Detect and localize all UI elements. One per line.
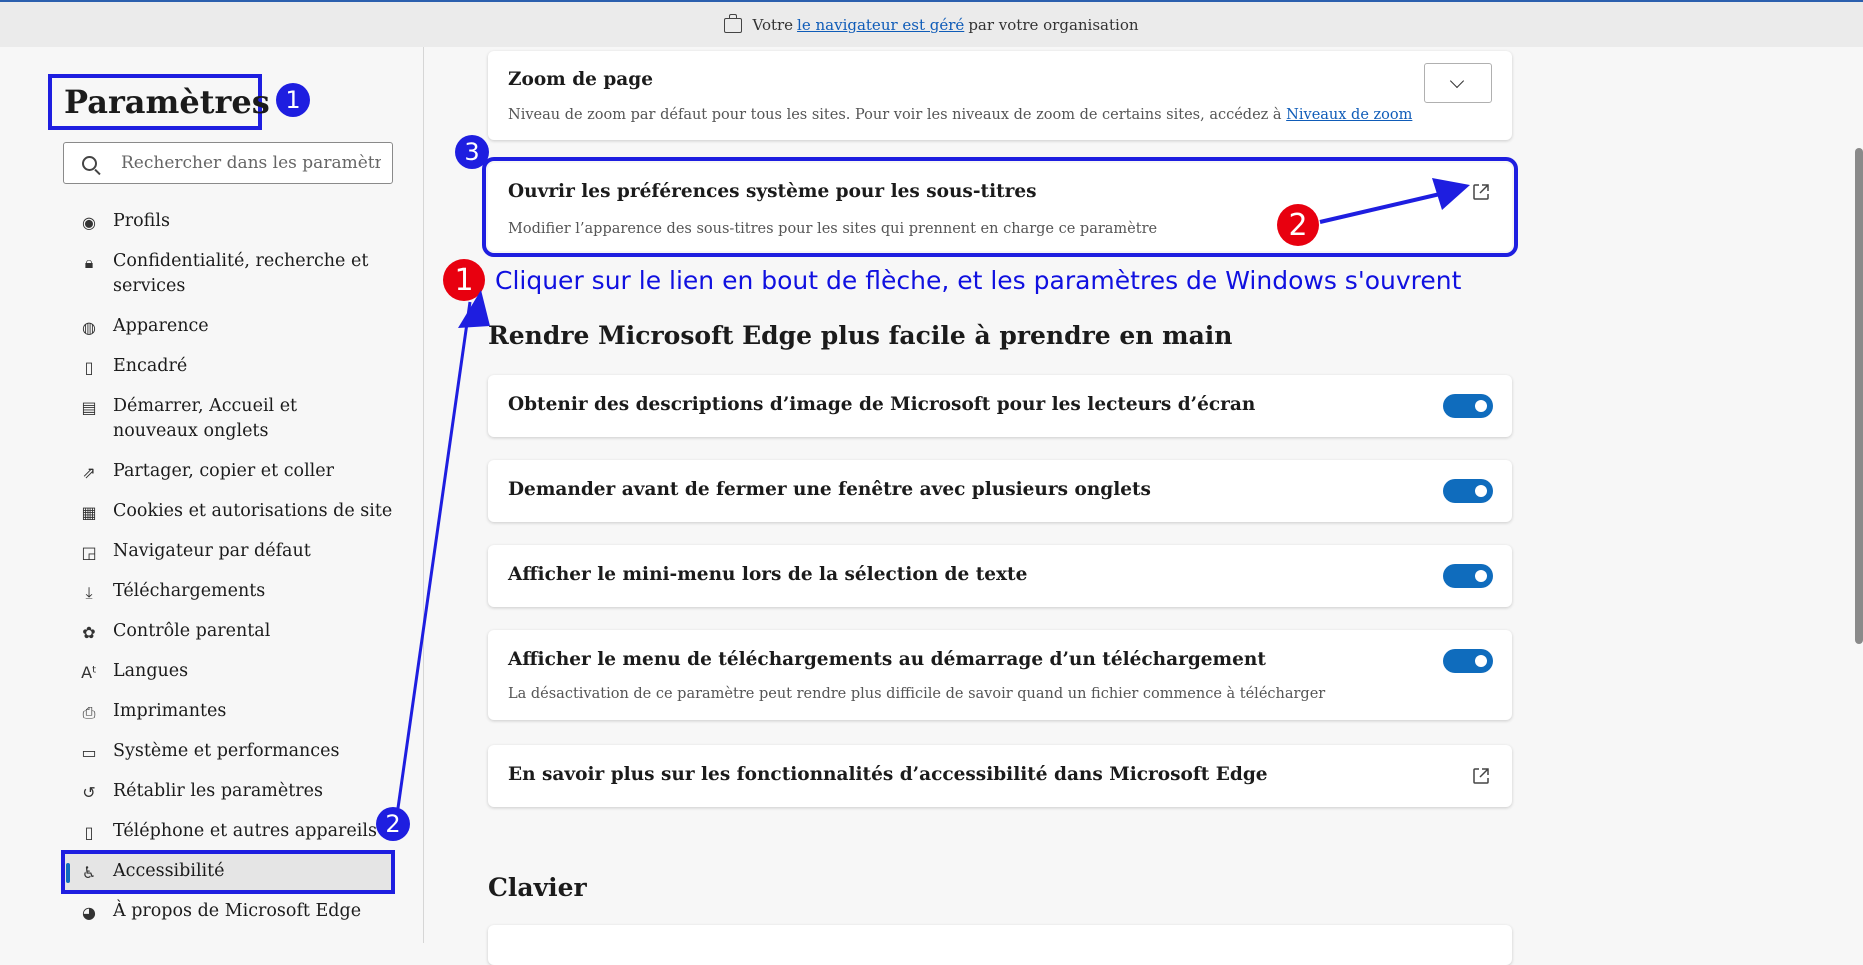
toggle-description: La désactivation de ce paramètre peut re… bbox=[508, 686, 1326, 702]
toggle-card-mini-menu: Afficher le mini-menu lors de la sélecti… bbox=[488, 545, 1512, 607]
toggle-title: Afficher le menu de téléchargements au d… bbox=[508, 649, 1266, 670]
annotation-badge-3: 3 bbox=[455, 135, 489, 169]
sidebar-item-label: Profils bbox=[113, 211, 170, 231]
sidebar-item-label: Partager, copier et coller bbox=[113, 461, 335, 481]
zoom-dropdown[interactable] bbox=[1424, 63, 1492, 103]
captions-description: Modifier l’apparence des sous-titres pou… bbox=[508, 221, 1158, 237]
sidebar-item-label: À propos de Microsoft Edge bbox=[113, 901, 362, 921]
captions-title: Ouvrir les préférences système pour les … bbox=[508, 181, 1037, 202]
managed-browser-banner: Votre le navigateur est géré par votre o… bbox=[0, 0, 1863, 47]
accessibility-icon: ♿︎ bbox=[81, 862, 97, 882]
language-icon: Aᵗ bbox=[81, 662, 97, 682]
sidebar-item-label: Encadré bbox=[113, 356, 188, 376]
sidebar-item-downloads[interactable]: ⤓ Téléchargements bbox=[63, 572, 393, 612]
sidebar-item-default-browser[interactable]: ◲ Navigateur par défaut bbox=[63, 532, 393, 572]
sidebar-item-label: Contrôle parental bbox=[113, 621, 271, 641]
sidebar-item-accessibility[interactable]: ♿︎ Accessibilité bbox=[61, 850, 395, 894]
annotation-instruction: Cliquer sur le lien en bout de flèche, e… bbox=[495, 266, 1462, 295]
sidebar-nav: ◉ Profils 🔒︎ Confidentialité, recherche … bbox=[61, 202, 395, 932]
sidebar-item-share[interactable]: ⇗ Partager, copier et coller bbox=[63, 452, 393, 492]
sidebar-item-label: Système et performances bbox=[113, 741, 340, 761]
annotation-badge-red-1: 1 bbox=[443, 259, 485, 301]
edge-logo-icon: ◕ bbox=[82, 902, 96, 922]
sidebar-item-system[interactable]: ▭ Système et performances bbox=[63, 732, 393, 772]
keyboard-card-partial bbox=[488, 925, 1512, 965]
toggle-card-close-warning: Demander avant de fermer une fenêtre ave… bbox=[488, 460, 1512, 522]
toggle-title: Afficher le mini-menu lors de la sélecti… bbox=[508, 564, 1028, 585]
printer-icon: ⎙ bbox=[82, 702, 96, 722]
settings-sidebar: Paramètres 1 ◉ Profils 🔒︎ Confidentialit… bbox=[0, 47, 424, 943]
search-icon bbox=[82, 155, 97, 171]
sidebar-item-label: Démarrer, Accueil et nouveaux onglets bbox=[113, 396, 298, 441]
sidebar-item-label: Cookies et autorisations de site bbox=[113, 501, 393, 521]
download-icon: ⤓ bbox=[85, 582, 93, 602]
external-link-icon[interactable] bbox=[1472, 767, 1490, 785]
search-input[interactable] bbox=[119, 152, 383, 174]
toggle-title: Demander avant de fermer une fenêtre ave… bbox=[508, 479, 1151, 500]
search-box[interactable] bbox=[63, 142, 393, 184]
zoom-desc-text: Niveau de zoom par défaut pour tous les … bbox=[508, 107, 1282, 123]
cookies-icon: ▦ bbox=[81, 502, 97, 522]
sidebar-item-printers[interactable]: ⎙ Imprimantes bbox=[63, 692, 393, 732]
sidebar-item-label: Téléphone et autres appareils bbox=[113, 821, 377, 841]
annotation-badge-1: 1 bbox=[276, 83, 310, 117]
sidebar-item-label: Accessibilité bbox=[113, 861, 225, 881]
close-warning-toggle[interactable] bbox=[1443, 479, 1493, 503]
sidebar-item-label: Langues bbox=[113, 661, 189, 681]
sidebar-item-privacy[interactable]: 🔒︎ Confidentialité, recherche et service… bbox=[63, 242, 393, 307]
banner-suffix: par votre organisation bbox=[968, 15, 1139, 34]
sidebar-item-sidebar[interactable]: ▯ Encadré bbox=[63, 347, 393, 387]
toggle-card-downloads-menu: Afficher le menu de téléchargements au d… bbox=[488, 630, 1512, 720]
sidebar-item-phone[interactable]: ▯ Téléphone et autres appareils bbox=[63, 812, 393, 852]
toggle-title: Obtenir des descriptions d’image de Micr… bbox=[508, 394, 1256, 415]
downloads-menu-toggle[interactable] bbox=[1443, 649, 1493, 673]
share-icon: ⇗ bbox=[82, 462, 96, 482]
sidebar-item-label: Rétablir les paramètres bbox=[113, 781, 323, 801]
settings-main: Zoom de page Niveau de zoom par défaut p… bbox=[425, 47, 1863, 965]
section-title-easy: Rendre Microsoft Edge plus facile à pren… bbox=[488, 321, 1233, 350]
sidebar-item-label: Téléchargements bbox=[113, 581, 266, 601]
home-tabs-icon: ▤ bbox=[81, 397, 97, 417]
toggle-card-image-descriptions: Obtenir des descriptions d’image de Micr… bbox=[488, 375, 1512, 437]
page-title: Paramètres bbox=[48, 74, 270, 130]
zoom-description: Niveau de zoom par défaut pour tous les … bbox=[508, 107, 1412, 123]
zoom-title: Zoom de page bbox=[508, 69, 653, 90]
lock-icon: 🔒︎ bbox=[84, 252, 94, 272]
section-title-keyboard: Clavier bbox=[488, 873, 587, 902]
annotation-badge-red-2: 2 bbox=[1277, 204, 1319, 246]
annotation-badge-2-blue: 2 bbox=[376, 807, 410, 841]
sidebar-item-start-home[interactable]: ▤ Démarrer, Accueil et nouveaux onglets bbox=[63, 387, 393, 452]
profile-icon: ◉ bbox=[82, 212, 96, 232]
phone-icon: ▯ bbox=[84, 822, 94, 842]
external-link-icon[interactable] bbox=[1472, 183, 1490, 201]
family-icon: ✿ bbox=[82, 622, 96, 642]
image-descriptions-toggle[interactable] bbox=[1443, 394, 1493, 418]
sidebar-item-reset[interactable]: ↺ Rétablir les paramètres bbox=[63, 772, 393, 812]
laptop-icon: ▭ bbox=[81, 742, 97, 762]
sidebar-item-label: Imprimantes bbox=[113, 701, 227, 721]
sidebar-item-profils[interactable]: ◉ Profils bbox=[63, 202, 393, 242]
zoom-levels-link[interactable]: Niveaux de zoom bbox=[1286, 107, 1412, 123]
learn-more-card[interactable]: En savoir plus sur les fonctionnalités d… bbox=[488, 745, 1512, 807]
sidebar-item-label: Navigateur par défaut bbox=[113, 541, 311, 561]
captions-card[interactable]: Ouvrir les préférences système pour les … bbox=[482, 157, 1518, 257]
learn-more-title: En savoir plus sur les fonctionnalités d… bbox=[508, 764, 1268, 785]
sidebar-item-languages[interactable]: Aᵗ Langues bbox=[63, 652, 393, 692]
briefcase-icon bbox=[724, 14, 743, 33]
sidebar-item-appearance[interactable]: ◍ Apparence bbox=[63, 307, 393, 347]
sidebar-item-cookies[interactable]: ▦ Cookies et autorisations de site bbox=[63, 492, 393, 532]
reset-icon: ↺ bbox=[82, 782, 96, 802]
sidebar-item-label: Apparence bbox=[113, 316, 209, 336]
main-scrollbar[interactable] bbox=[1855, 148, 1863, 644]
sidebar-item-label: Confidentialité, recherche et services bbox=[113, 251, 369, 296]
zoom-card: Zoom de page Niveau de zoom par défaut p… bbox=[488, 51, 1512, 140]
banner-prefix: Votre bbox=[752, 15, 794, 34]
default-browser-icon: ◲ bbox=[81, 542, 97, 562]
mini-menu-toggle[interactable] bbox=[1443, 564, 1493, 588]
sidebar-item-about[interactable]: ◕ À propos de Microsoft Edge bbox=[63, 892, 393, 932]
managed-browser-link[interactable]: le navigateur est géré bbox=[797, 16, 964, 34]
sidebar-panel-icon: ▯ bbox=[84, 357, 94, 377]
palette-icon: ◍ bbox=[82, 317, 96, 337]
sidebar-item-family[interactable]: ✿ Contrôle parental bbox=[63, 612, 393, 652]
